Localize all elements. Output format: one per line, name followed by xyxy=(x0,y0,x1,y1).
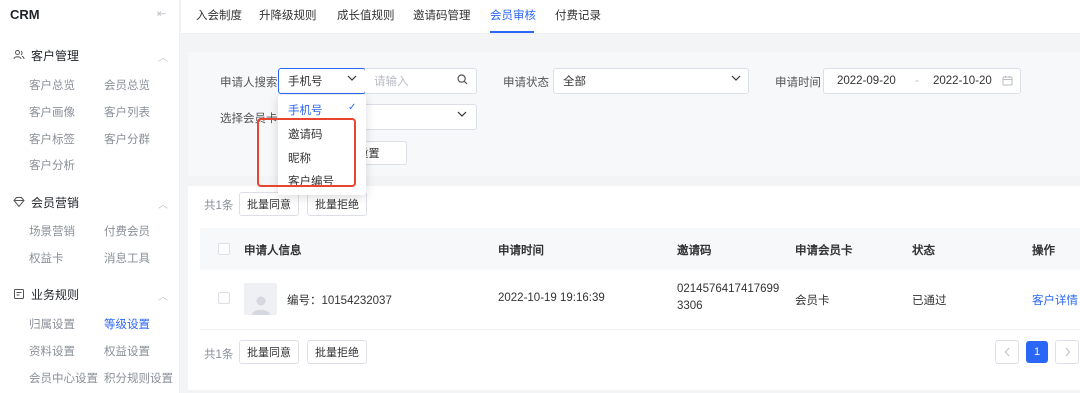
avatar xyxy=(244,283,277,315)
sidebar-item-customer-tags[interactable]: 客户标签 xyxy=(29,131,75,147)
highlight-box xyxy=(257,118,356,187)
sidebar-item-customer-portrait[interactable]: 客户画像 xyxy=(29,104,75,120)
document-icon xyxy=(12,288,25,301)
chevron-right-icon xyxy=(1065,347,1070,357)
page-1-button[interactable]: 1 xyxy=(1026,341,1048,363)
tab-invite-code-management[interactable]: 邀请码管理 xyxy=(413,7,471,23)
sidebar: CRM ⇤ 客户管理 ︿ 客户总览 会员总览 客户画像 客户列表 客户标签 客户… xyxy=(0,0,180,393)
result-count-bottom: 共1条 xyxy=(204,349,234,361)
sidebar-item-attribution-settings[interactable]: 归属设置 xyxy=(29,316,75,332)
tab-membership-system[interactable]: 入会制度 xyxy=(196,7,242,23)
nav-group-customer-management[interactable]: 客户管理 xyxy=(12,45,79,65)
nav-group-business-rules[interactable]: 业务规则 xyxy=(12,284,79,304)
active-tab-indicator xyxy=(490,31,534,33)
sidebar-item-points-rule-settings[interactable]: 积分规则设置 xyxy=(104,370,173,386)
chevron-down-icon[interactable] xyxy=(457,110,467,121)
sidebar-item-benefit-settings[interactable]: 权益设置 xyxy=(104,343,150,359)
brand-title: CRM xyxy=(10,7,40,22)
apply-time-cell: 2022-10-19 19:16:39 xyxy=(498,292,605,304)
users-icon xyxy=(12,49,25,62)
sidebar-item-member-center-settings[interactable]: 会员中心设置 xyxy=(29,370,98,386)
check-icon: ✓ xyxy=(348,102,357,113)
batch-reject-label: 批量拒绝 xyxy=(315,347,359,359)
column-header-apply-time: 申请时间 xyxy=(498,245,544,257)
next-page-button[interactable] xyxy=(1055,340,1079,364)
nav-group-title: 会员营销 xyxy=(31,195,80,210)
tab-member-review[interactable]: 会员审核 xyxy=(490,7,536,23)
sidebar-item-customer-segments[interactable]: 客户分群 xyxy=(104,131,150,147)
dropdown-option-phone[interactable]: 手机号 xyxy=(288,102,323,118)
sidebar-item-scene-marketing[interactable]: 场景营销 xyxy=(29,223,75,239)
row-divider xyxy=(200,329,1080,330)
column-header-status: 状态 xyxy=(912,245,935,257)
date-start: 2022-09-20 xyxy=(837,75,896,87)
sidebar-item-profile-settings[interactable]: 资料设置 xyxy=(29,343,75,359)
sidebar-item-member-overview[interactable]: 会员总览 xyxy=(104,77,150,93)
search-icon[interactable] xyxy=(457,74,468,88)
applicant-id: 编号：10154232037 xyxy=(287,295,392,307)
invite-code-line2: 3306 xyxy=(677,300,703,312)
time-label: 申请时间 xyxy=(775,77,821,89)
chevron-down-icon[interactable] xyxy=(731,74,741,85)
calendar-icon[interactable] xyxy=(1002,75,1013,89)
tab-upgrade-rules[interactable]: 升降级规则 xyxy=(259,7,317,23)
chevron-up-icon[interactable]: ︿ xyxy=(158,196,168,211)
batch-reject-label: 批量拒绝 xyxy=(315,199,359,211)
chevron-up-icon[interactable]: ︿ xyxy=(158,49,168,64)
batch-approve-label: 批量同意 xyxy=(247,347,291,359)
status-select[interactable]: 全部 xyxy=(553,68,749,94)
sidebar-item-customer-overview[interactable]: 客户总览 xyxy=(29,77,75,93)
row-checkbox[interactable] xyxy=(218,292,230,304)
batch-approve-button-bottom[interactable]: 批量同意 xyxy=(239,340,299,364)
table-header xyxy=(200,228,1080,270)
sidebar-item-level-settings[interactable]: 等级设置 xyxy=(104,316,150,332)
customer-detail-link[interactable]: 客户详情 xyxy=(1032,292,1078,308)
sidebar-item-paid-members[interactable]: 付费会员 xyxy=(104,223,150,239)
result-count-top: 共1条 xyxy=(204,200,234,212)
applicant-type-value: 手机号 xyxy=(288,76,323,88)
date-end: 2022-10-20 xyxy=(933,75,992,87)
sidebar-item-customer-list[interactable]: 客户列表 xyxy=(104,104,150,120)
select-all-checkbox[interactable] xyxy=(218,243,230,255)
date-range-picker[interactable]: 2022-09-20 - 2022-10-20 xyxy=(823,68,1021,94)
sidebar-item-customer-analysis[interactable]: 客户分析 xyxy=(29,157,75,173)
nav-group-member-marketing[interactable]: 会员营销 xyxy=(12,192,79,212)
status-cell: 已通过 xyxy=(912,295,947,307)
tab-payment-records[interactable]: 付费记录 xyxy=(555,7,601,23)
batch-reject-button-bottom[interactable]: 批量拒绝 xyxy=(307,340,367,364)
applicant-search-label: 申请人搜索 xyxy=(220,77,278,89)
sidebar-item-benefit-card[interactable]: 权益卡 xyxy=(29,250,64,266)
column-header-member-card: 申请会员卡 xyxy=(795,245,853,257)
chevron-down-icon[interactable] xyxy=(347,74,357,85)
column-header-applicant: 申请人信息 xyxy=(244,245,302,257)
diamond-icon xyxy=(12,196,25,209)
collapse-icon[interactable]: ⇤ xyxy=(157,7,166,20)
applicant-search-placeholder: 请输入 xyxy=(374,76,409,88)
status-label: 申请状态 xyxy=(503,77,549,89)
chevron-up-icon[interactable]: ︿ xyxy=(158,288,168,303)
status-value: 全部 xyxy=(563,76,586,88)
date-separator: - xyxy=(915,75,919,87)
nav-group-title: 客户管理 xyxy=(31,48,80,63)
chevron-left-icon xyxy=(1004,347,1009,357)
column-header-actions: 操作 xyxy=(1032,245,1055,257)
prev-page-button[interactable] xyxy=(995,340,1019,364)
batch-approve-button-top[interactable]: 批量同意 xyxy=(239,192,299,216)
invite-code-line1: 0214576417417699 xyxy=(677,283,780,295)
tab-growth-rules[interactable]: 成长值规则 xyxy=(337,7,395,23)
column-header-invite-code: 邀请码 xyxy=(677,245,712,257)
sidebar-item-message-tools[interactable]: 消息工具 xyxy=(104,250,150,266)
batch-reject-button-top[interactable]: 批量拒绝 xyxy=(307,192,367,216)
member-card-cell: 会员卡 xyxy=(795,295,830,307)
batch-approve-label: 批量同意 xyxy=(247,199,291,211)
nav-group-title: 业务规则 xyxy=(31,287,80,302)
